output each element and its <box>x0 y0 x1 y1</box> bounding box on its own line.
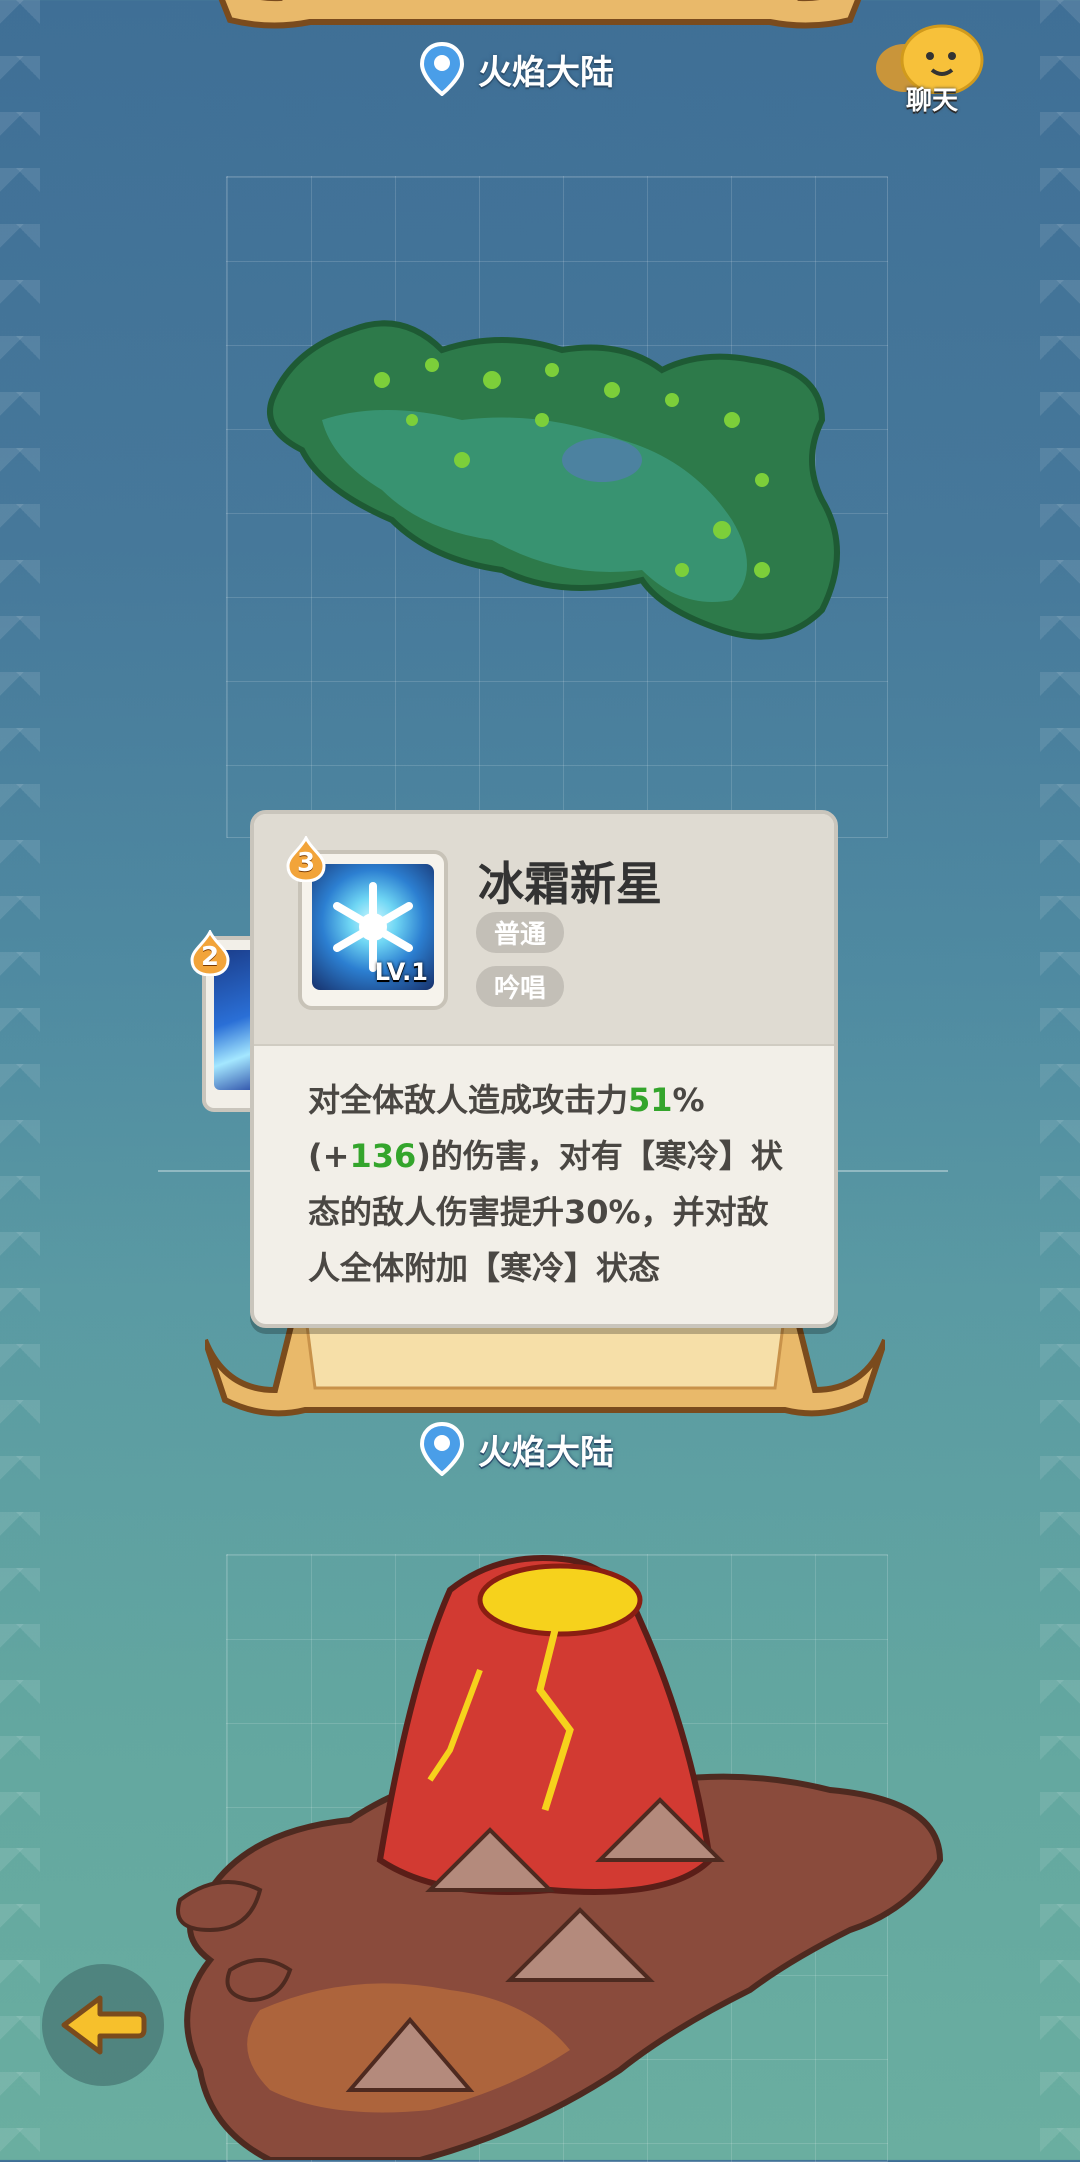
top-location-tag: 火焰大陆 <box>420 42 614 96</box>
skill-tag-type: 普通 <box>476 912 565 953</box>
location-pin-icon <box>420 42 464 96</box>
skill-name: 冰霜新星 <box>478 857 662 911</box>
skill-tag-cast: 吟唱 <box>476 966 565 1007</box>
back-arrow-icon <box>61 1995 147 2055</box>
peek-badge: 2 <box>190 928 230 977</box>
skill-badge: 3 <box>286 834 326 883</box>
back-button[interactable] <box>42 1964 164 2086</box>
desc-text-1: 对全体敌人造成攻击力 <box>308 1081 629 1119</box>
side-pattern-right <box>1040 0 1080 2160</box>
volcano-island[interactable] <box>150 1530 960 2160</box>
chat-label: 聊天 <box>905 86 958 116</box>
skill-card[interactable]: LV.1 3 冰霜新星 普通 吟唱 对全体敌人造成攻击力51%(+136)的伤害… <box>250 810 838 1328</box>
top-location-label: 火焰大陆 <box>478 52 614 93</box>
top-banner <box>218 0 862 29</box>
peek-badge-number: 2 <box>200 942 220 972</box>
bottom-location-label: 火焰大陆 <box>478 1432 614 1473</box>
bottom-location-tag: 火焰大陆 <box>420 1422 614 1476</box>
side-pattern-left <box>0 0 40 2160</box>
snowflake-icon: LV.1 <box>312 864 434 990</box>
location-pin-icon <box>420 1422 464 1476</box>
skill-level: LV.1 <box>374 958 428 986</box>
skill-badge-number: 3 <box>296 848 316 878</box>
skill-description: 对全体敌人造成攻击力51%(+136)的伤害，对有【寒冷】状态的敌人伤害提升30… <box>308 1072 790 1296</box>
chat-button[interactable]: 聊天 <box>872 24 992 120</box>
desc-highlight-2: 136 <box>349 1137 417 1175</box>
green-island[interactable] <box>262 310 842 660</box>
desc-highlight-1: 51 <box>628 1081 673 1119</box>
